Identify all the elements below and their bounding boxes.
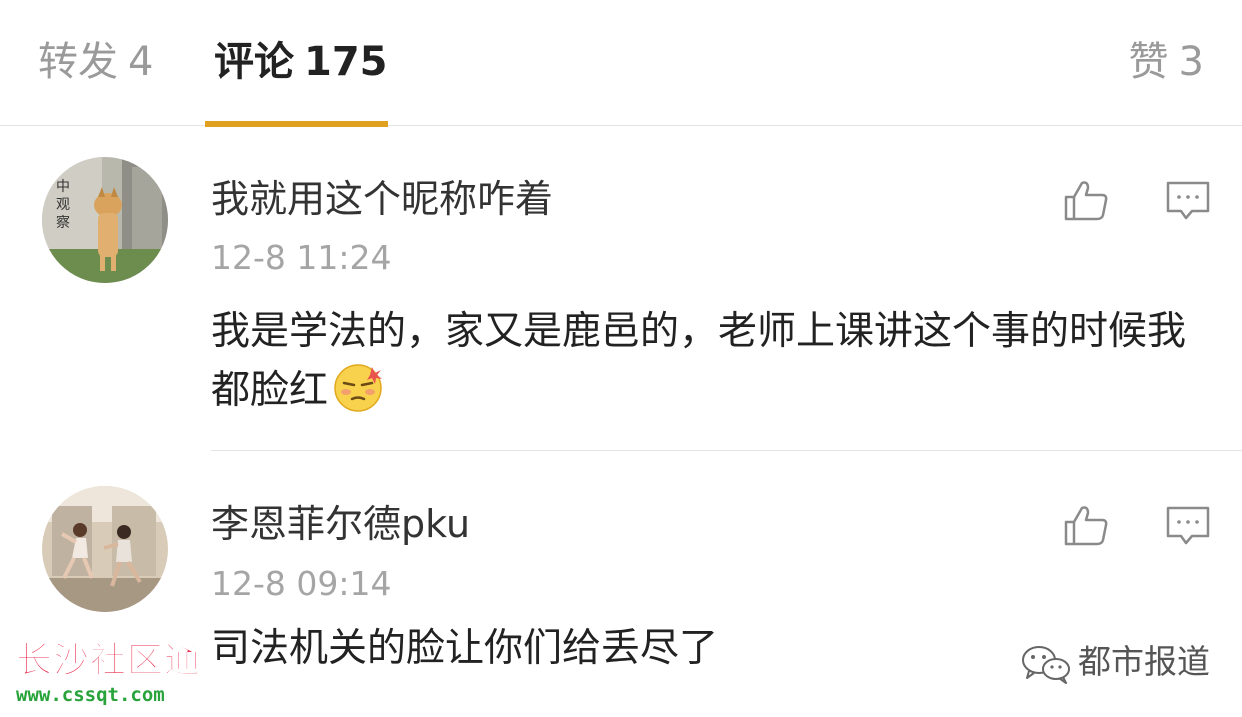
comment-text-body: 司法机关的脸让你们给丢尽了 [211, 626, 719, 671]
comment-username[interactable]: 李恩菲尔德pku [211, 500, 470, 548]
watermark-url: www.cssqt.com [16, 684, 165, 706]
watermark-brand: 都市报道 [1078, 642, 1210, 681]
watermark-title: 长沙社区通 [15, 640, 202, 682]
comment-bubble-icon [1166, 506, 1210, 545]
tab-repost-count: 4 [128, 39, 154, 85]
reply-button[interactable] [1164, 177, 1212, 225]
blush-emoji-icon [334, 364, 383, 412]
comment-tab-bar: 转发 4 评论 175 赞3 [0, 0, 1242, 127]
tab-repost[interactable]: 转发 4 [38, 36, 153, 88]
like-button[interactable] [1062, 177, 1110, 225]
tab-comments[interactable]: 评论 175 [214, 36, 388, 88]
reply-button[interactable] [1164, 502, 1212, 550]
comment-timestamp: 12-8 09:14 [211, 564, 392, 603]
comment-bubble-icon [1166, 181, 1210, 220]
avatar-text-1: 中 [56, 179, 70, 195]
tab-likes[interactable]: 赞3 [1129, 36, 1204, 88]
like-button[interactable] [1062, 502, 1110, 550]
tab-likes-label: 赞 [1128, 39, 1169, 85]
wechat-icon [1022, 646, 1070, 684]
comment-text: 我是学法的，家又是鹿邑的，老师上课讲这个事的时候我都脸红 [211, 303, 1211, 420]
comment-divider [211, 450, 1242, 451]
tab-comments-label: 评论 [214, 39, 294, 85]
comment-item: 中 观 察 我就用这个昵称咋着 12-8 11:24 我是学法的，家又是鹿邑的，… [0, 127, 1242, 451]
tab-repost-label: 转发 [38, 39, 118, 85]
avatar-text-2: 观 [56, 197, 70, 213]
comment-username[interactable]: 我就用这个昵称咋着 [211, 175, 553, 223]
avatar[interactable]: 中 观 察 [42, 157, 168, 283]
site-watermark: 长沙社区通 www.cssqt.com [10, 640, 210, 710]
comment-timestamp: 12-8 11:24 [211, 238, 392, 277]
thumbs-up-icon [1064, 506, 1108, 546]
avatar-text-3: 察 [56, 214, 70, 231]
tab-comments-count: 175 [304, 39, 388, 85]
avatar[interactable] [42, 486, 168, 612]
tab-likes-count: 3 [1178, 39, 1204, 85]
thumbs-up-icon [1064, 181, 1108, 221]
